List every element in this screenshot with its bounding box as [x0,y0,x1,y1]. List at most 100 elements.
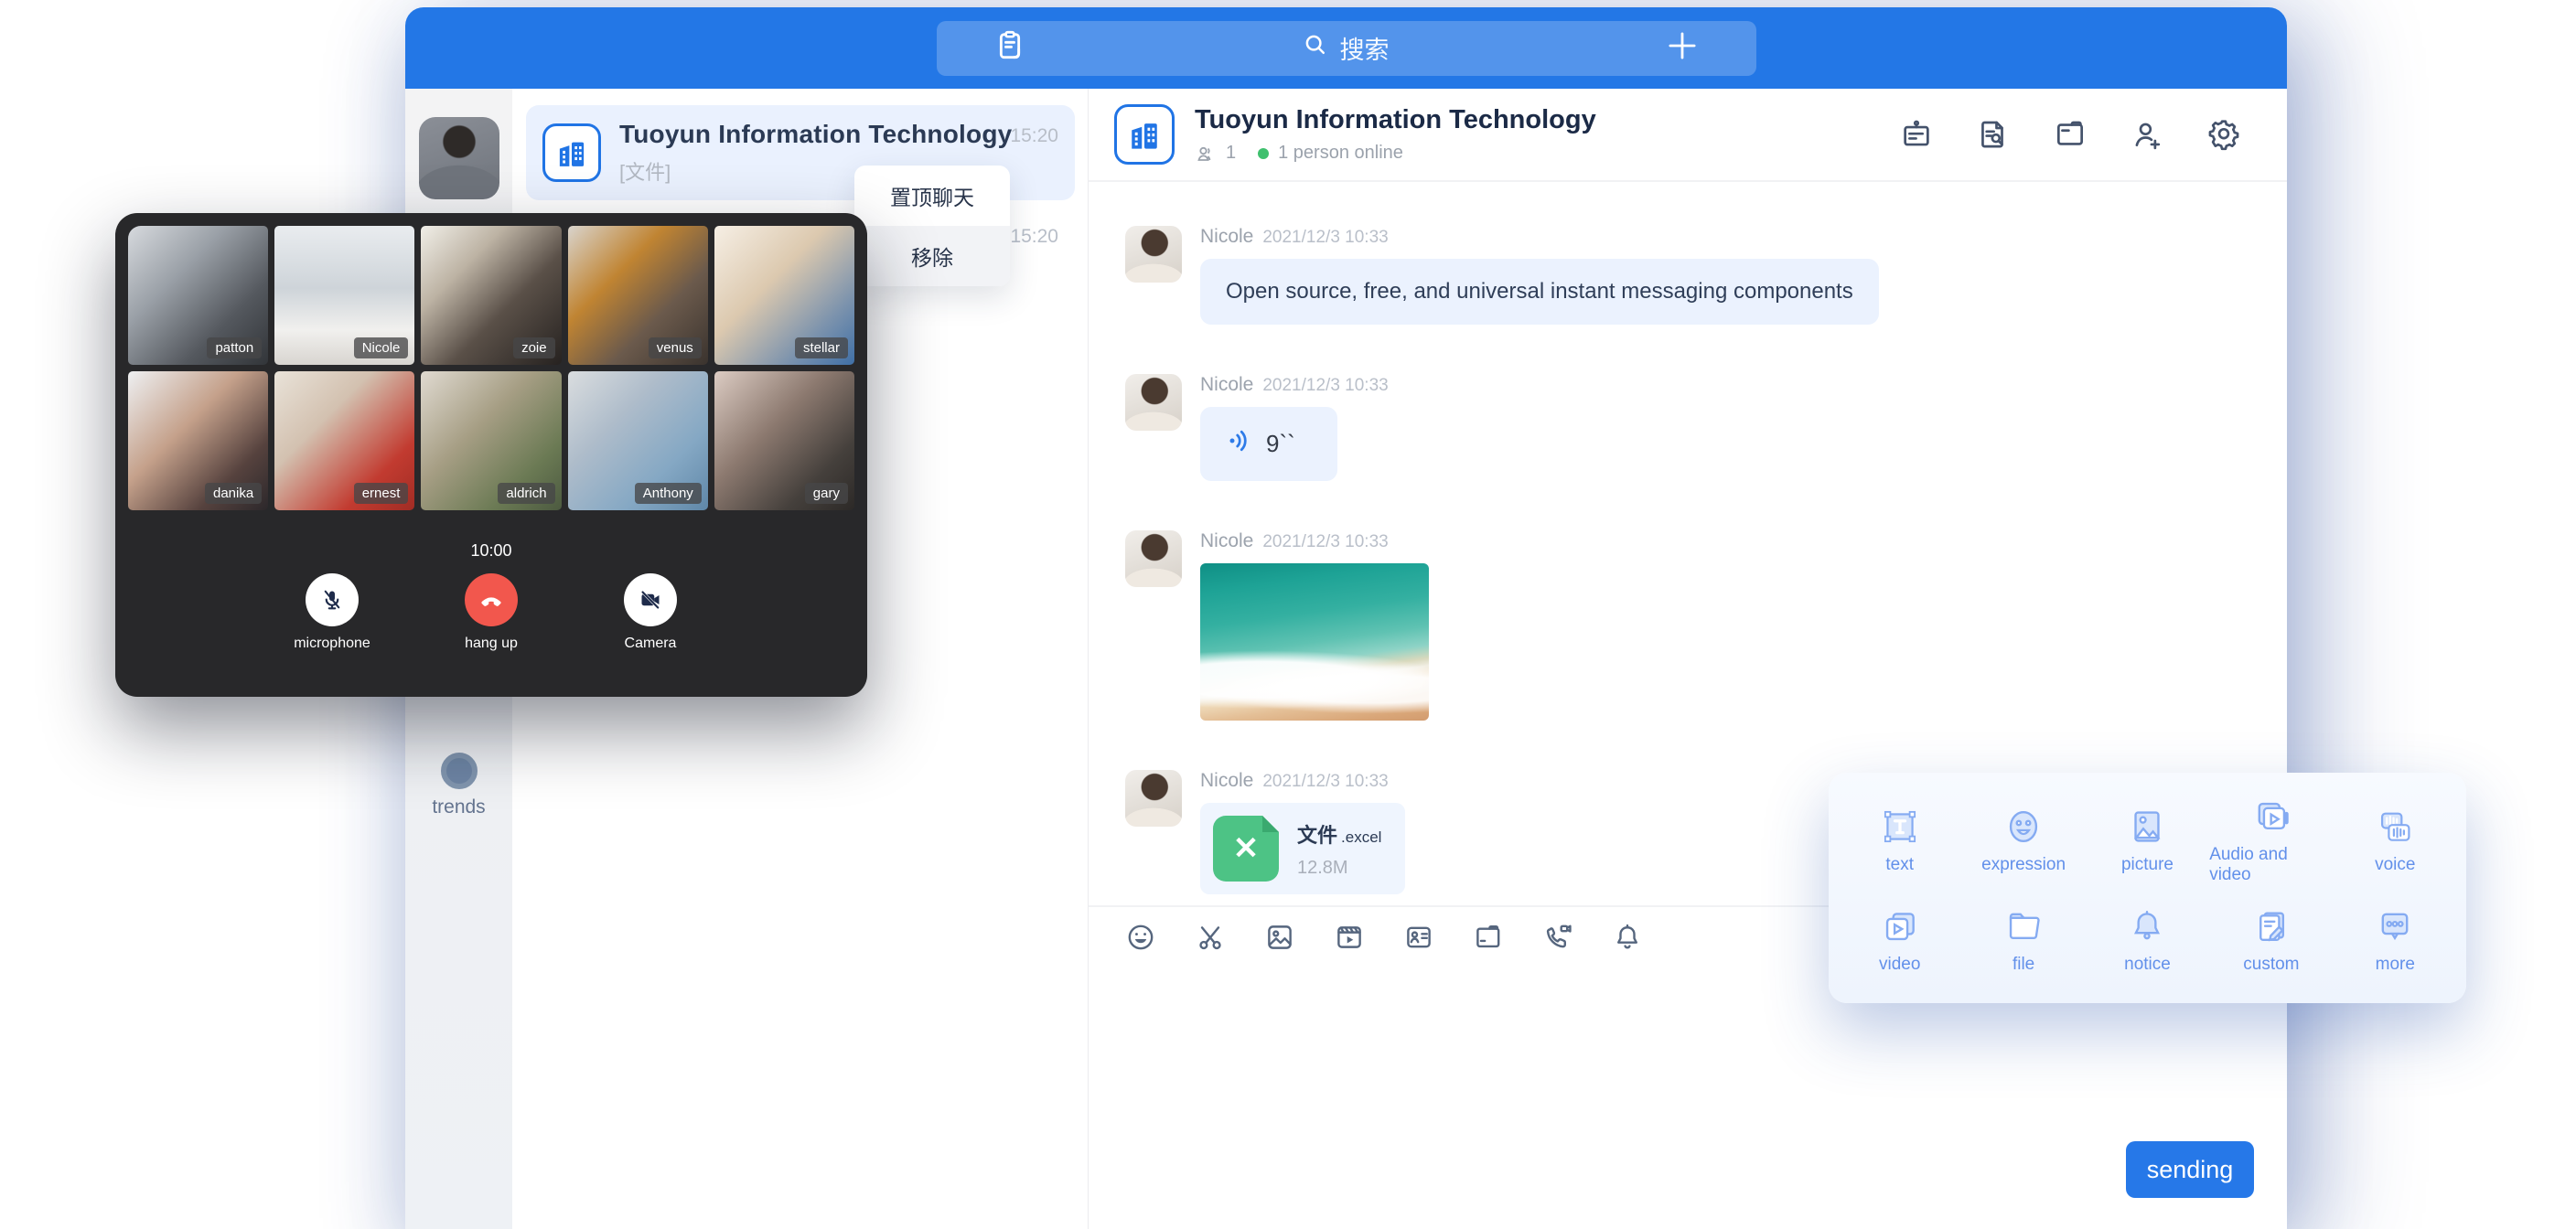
emoji-icon[interactable] [1125,922,1156,953]
send-button[interactable]: sending [2126,1141,2254,1198]
camera-muted-icon [624,573,677,626]
folder-icon[interactable] [2053,117,2088,152]
excel-file-icon: ✕ [1213,816,1279,882]
add-button[interactable] [1663,27,1701,69]
members-icon [1195,143,1217,165]
folder-icon[interactable] [1473,922,1504,953]
popup-item-picture[interactable]: picture [2086,791,2209,891]
avatar[interactable] [1125,226,1182,283]
announcement-icon[interactable] [1899,117,1934,152]
popup-item-label: notice [2124,955,2171,975]
popup-item-label: picture [2121,855,2174,875]
hang-up-label: hang up [439,636,543,652]
participant-name: aldrich [498,483,554,504]
popup-item-expression[interactable]: expression [1961,791,2085,891]
menu-item-remove[interactable]: 移除 [854,226,1010,286]
participant-tile[interactable]: danika [128,371,268,510]
company-icon [542,123,601,182]
settings-icon[interactable] [2206,117,2241,152]
online-status: 1 person online [1278,143,1403,164]
popup-item-notice[interactable]: notice [2086,891,2209,990]
participant-name: stellar [795,337,848,358]
video-clip-icon[interactable] [1334,922,1365,953]
video-call-icon[interactable] [1542,922,1573,953]
camera-button[interactable]: Camera [598,573,703,652]
participant-name: Nicole [354,337,409,358]
file-size: 12.8M [1297,858,1381,879]
add-member-icon[interactable] [2130,117,2164,152]
avatar[interactable] [1125,374,1182,431]
search-placeholder: 搜索 [1340,30,1390,66]
mic-muted-icon [306,573,359,626]
call-controls: microphone hang up [128,573,854,652]
avatar[interactable] [1125,770,1182,827]
user-avatar[interactable] [419,117,499,199]
sender-name: Nicole [1200,374,1253,395]
popup-item-text[interactable]: text [1838,791,1961,891]
sender-name: Nicole [1200,770,1253,791]
participant-name: patton [207,337,262,358]
participant-grid: patton Nicole zoie venus stellar danika … [128,226,854,510]
participant-tile[interactable]: Anthony [568,371,708,510]
participant-name: ernest [354,483,409,504]
participant-name: Anthony [635,483,702,504]
conversation-time: 15:20 [1010,226,1058,248]
participant-name: venus [649,337,702,358]
search-field[interactable]: 搜索 [1302,30,1390,66]
screenshot-scissors-icon[interactable] [1195,922,1226,953]
file-name: 文件 [1297,824,1337,847]
participant-tile[interactable]: venus [568,226,708,365]
sidebar-item-trends[interactable]: trends [405,753,512,818]
popup-item-label: video [1879,955,1920,975]
contact-card-icon[interactable] [1403,922,1434,953]
voice-bubble[interactable]: 9`` [1200,407,1337,481]
message-text: Nicole2021/12/3 10:33 Open source, free,… [1125,226,2250,325]
bell-icon[interactable] [1612,922,1643,953]
chat-header-actions [1899,117,2241,152]
participant-tile[interactable]: zoie [421,226,561,365]
participant-name: zoie [513,337,555,358]
participant-tile[interactable]: ernest [274,371,414,510]
popup-item-voice[interactable]: voice [2334,791,2457,891]
search-bar[interactable]: 搜索 [937,21,1756,76]
menu-item-pin-chat[interactable]: 置顶聊天 [854,166,1010,226]
chat-head-texts: Tuoyun Information Technology 1 1 person… [1195,105,1596,165]
company-icon [1114,104,1175,165]
popup-item-video[interactable]: video [1838,891,1961,990]
file-ext: .excel [1341,828,1381,846]
popup-item-audio-video[interactable]: Audio and video [2209,791,2333,891]
hang-up-button[interactable]: hang up [439,573,543,652]
text-bubble[interactable]: Open source, free, and universal instant… [1200,259,1879,325]
participant-name: danika [205,483,262,504]
image-icon[interactable] [1264,922,1295,953]
conversation-title: Tuoyun Information Technology [619,120,1010,149]
popup-item-label: custom [2243,955,2299,975]
chat-panel: Tuoyun Information Technology 1 1 person… [1089,89,2287,1229]
video-call-window: patton Nicole zoie venus stellar danika … [115,213,867,697]
image-attachment-beach[interactable] [1200,563,1429,721]
message-time: 2021/12/3 10:33 [1262,376,1388,395]
participant-tile[interactable]: stellar [714,226,854,365]
trends-icon [441,753,478,789]
chat-header: Tuoyun Information Technology 1 1 person… [1089,89,2287,182]
avatar[interactable] [1125,530,1182,587]
popup-item-file[interactable]: file [1961,891,2085,990]
voice-wave-icon [1226,427,1253,461]
message-time: 2021/12/3 10:33 [1262,532,1388,551]
participant-tile[interactable]: gary [714,371,854,510]
popup-item-more[interactable]: more [2334,891,2457,990]
chat-subrow: 1 1 person online [1195,143,1596,165]
participant-name: gary [805,483,848,504]
microphone-button[interactable]: microphone [280,573,384,652]
participant-tile[interactable]: Nicole [274,226,414,365]
file-search-icon[interactable] [1976,117,2011,152]
participant-tile[interactable]: patton [128,226,268,365]
popup-item-label: Audio and video [2209,845,2333,885]
screen: 搜索 trends [0,0,2576,1229]
order-list-icon[interactable] [992,27,1028,69]
popup-item-custom[interactable]: custom [2209,891,2333,990]
file-attachment[interactable]: ✕ 文件.excel 12.8M [1200,803,1405,894]
popup-item-label: expression [1981,855,2066,875]
participant-tile[interactable]: aldrich [421,371,561,510]
conversation-time: 15:20 [1010,125,1058,147]
